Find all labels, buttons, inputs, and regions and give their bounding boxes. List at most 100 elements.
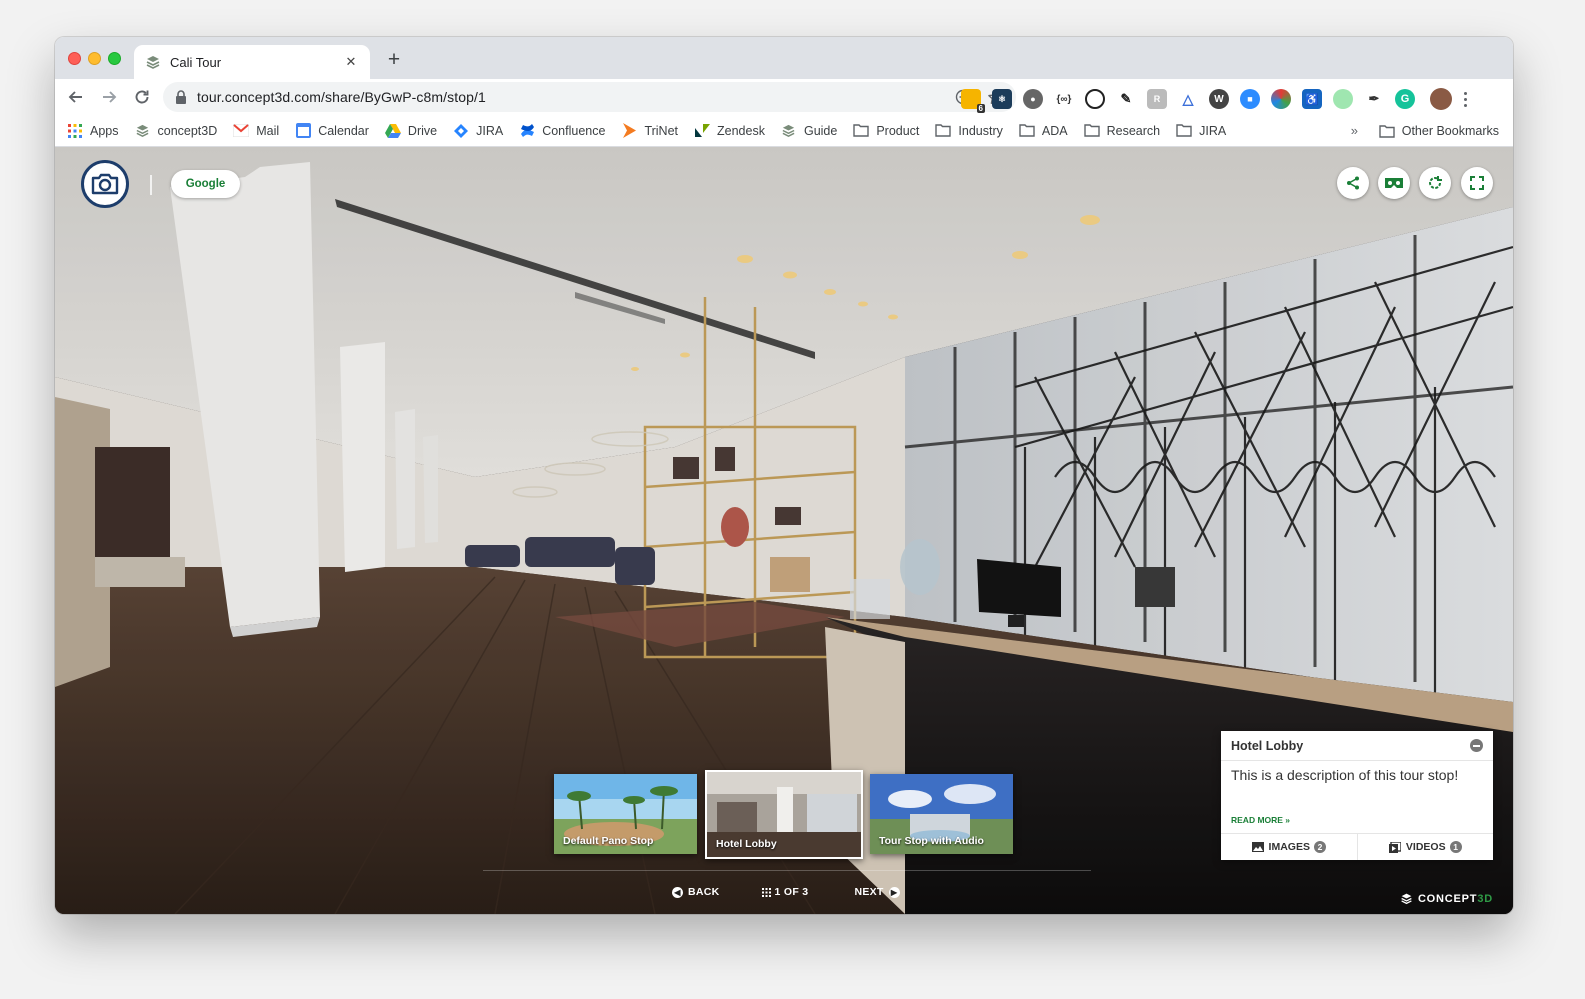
folder-icon [1083,123,1100,139]
apps-grid-icon [67,123,83,139]
bookmark-label: TriNet [644,123,679,138]
eyedropper-icon[interactable]: ✒ [1364,89,1384,109]
profile-avatar[interactable] [1430,88,1452,110]
zoom-icon[interactable]: ■ [1240,89,1260,109]
next-button[interactable]: NEXT ▶ [854,886,904,898]
bookmark-drive[interactable]: Drive [384,123,437,139]
concept3d-logo-icon [1401,893,1412,905]
panel-title: Hotel Lobby [1231,738,1304,753]
bookmark-folder-ada[interactable]: ADA [1019,123,1068,139]
sticky-notes-icon[interactable]: 6 [961,89,985,113]
refresh-extension-icon[interactable] [1085,89,1105,109]
thumbnail-default-pano[interactable]: Default Pano Stop [554,774,697,854]
camera-button[interactable] [81,160,129,208]
bookmark-label: Mail [256,123,280,138]
back-arrow-icon[interactable] [63,84,89,110]
vr-headset-icon [1385,178,1403,188]
json-viewer-icon[interactable]: {∞} [1054,89,1074,109]
back-button[interactable]: ◀ BACK [667,886,720,898]
zoom-window-button[interactable] [108,52,121,65]
bookmarks-bar: Apps concept3D Mail Calendar Drive JIRA … [55,115,1513,147]
bookmark-concept3d[interactable]: concept3D [135,123,217,139]
bookmark-label: Apps [90,123,119,138]
panorama-viewport[interactable]: Google Default Pano Stop Hotel Lobby Tou… [55,147,1513,914]
react-devtools-icon[interactable]: ⚛ [992,89,1012,109]
browser-window: Cali Tour ✕ + tour.concept3d.com/share/B… [55,37,1513,914]
bookmark-trinet[interactable]: TriNet [621,123,678,139]
bookmark-folder-industry[interactable]: Industry [935,123,1003,139]
bookmark-jira[interactable]: JIRA [453,123,503,139]
folder-icon [1176,123,1192,139]
browser-menu-icon[interactable] [1464,91,1468,107]
fullscreen-button[interactable] [1461,167,1493,199]
bookmarks-overflow-button[interactable]: » [1351,115,1358,147]
minimize-panel-icon[interactable] [1470,739,1483,752]
other-bookmarks-label: Other Bookmarks [1401,124,1499,138]
bookmark-calendar[interactable]: Calendar [295,123,369,139]
vr-mode-button[interactable] [1378,167,1410,199]
bookmark-folder-product[interactable]: Product [853,123,919,139]
videos-label: VIDEOS [1405,841,1446,853]
bookmark-mail[interactable]: Mail [233,123,279,139]
reload-icon[interactable] [129,84,155,110]
thumbnail-tour-stop-audio[interactable]: Tour Stop with Audio [870,774,1013,854]
thumbnail-label: Tour Stop with Audio [879,835,984,847]
images-label: IMAGES [1268,841,1310,853]
bookmark-guide[interactable]: Guide [781,123,837,139]
folder-icon [1379,124,1395,138]
tour-stops-carousel: Default Pano Stop Hotel Lobby Tour Stop … [554,770,1014,860]
google-view-button[interactable]: Google [171,170,240,198]
bookmark-label: Calendar [318,123,369,138]
zendesk-icon [694,123,710,139]
address-bar[interactable]: tour.concept3d.com/share/ByGwP-c8m/stop/… [163,82,1016,112]
close-window-button[interactable] [68,52,81,65]
concept3d-icon [135,123,151,139]
forward-arrow-icon[interactable] [96,84,122,110]
images-tab[interactable]: IMAGES 2 [1221,834,1357,860]
lock-icon [176,90,186,104]
stop-info-panel: Hotel Lobby This is a description of thi… [1221,731,1493,860]
bookmark-zendesk[interactable]: Zendesk [694,123,765,139]
chevron-right-icon: ▶ [888,886,900,898]
tools-extension-icon[interactable]: ✎ [1116,89,1136,109]
grey-extension-icon[interactable]: R [1147,89,1167,109]
jira-icon [453,123,469,139]
fullscreen-icon [1470,176,1484,190]
auto-rotate-button[interactable] [1419,167,1451,199]
folder-icon [1019,123,1035,139]
read-more-link[interactable]: READ MORE » [1221,810,1493,831]
back-label: BACK [688,886,720,898]
videos-tab[interactable]: VIDEOS 1 [1356,834,1494,860]
color-picker-icon[interactable] [1271,89,1291,109]
gmail-icon [233,123,250,139]
camera-icon [91,173,119,195]
triangle-extension-icon[interactable]: △ [1178,89,1198,109]
minimize-window-button[interactable] [88,52,101,65]
new-tab-button[interactable]: + [382,48,406,72]
close-tab-icon[interactable]: ✕ [343,54,359,70]
thumbnail-hotel-lobby[interactable]: Hotel Lobby [705,770,863,859]
browser-toolbar: tour.concept3d.com/share/ByGwP-c8m/stop/… [55,79,1513,115]
grammarly-icon[interactable]: G [1395,89,1415,109]
share-button[interactable] [1337,167,1369,199]
bookmark-apps[interactable]: Apps [67,123,119,139]
stop-counter[interactable]: 1 OF 3 [761,886,809,898]
chevron-left-icon: ◀ [672,886,683,898]
panel-description: This is a description of this tour stop! [1231,767,1459,783]
bookmark-confluence[interactable]: Confluence [519,123,605,139]
bookmark-label: Industry [958,123,1003,138]
eye-extension-icon[interactable]: ● [1023,89,1043,109]
other-bookmarks[interactable]: Other Bookmarks [1379,115,1499,147]
thumbnail-label: Hotel Lobby [716,838,777,850]
bookmark-label: Confluence [542,123,606,138]
browser-tab[interactable]: Cali Tour ✕ [134,45,370,79]
bookmark-folder-jira[interactable]: JIRA [1176,123,1226,139]
green-circle-extension-icon[interactable] [1333,89,1353,109]
concept3d-icon [146,56,160,69]
bookmark-folder-research[interactable]: Research [1083,123,1160,139]
accessibility-icon[interactable]: ♿ [1302,89,1322,109]
brand-main: CONCEPT [1417,892,1478,905]
wordpress-icon[interactable]: W [1209,89,1229,109]
thumbnail-label: Default Pano Stop [563,835,654,847]
extension-icons: 6 ⚛ ● {∞} ✎ R △ W ■ ♿ ✒ G [961,88,1468,113]
